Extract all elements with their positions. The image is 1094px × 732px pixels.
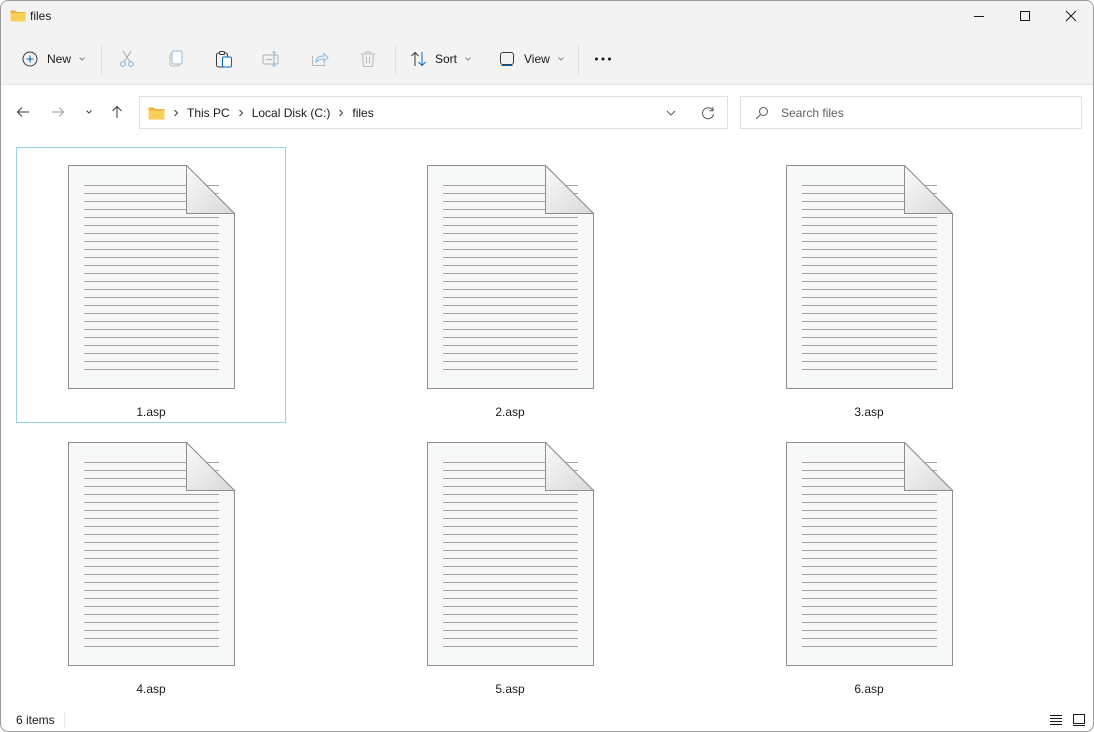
search-input[interactable]: Search files [740,96,1082,129]
document-icon [68,442,236,666]
large-icons-view-icon [1073,714,1085,726]
details-view-button[interactable] [1048,712,1064,728]
new-icon [22,51,38,67]
file-item[interactable]: 1.asp [16,147,286,423]
folder-icon [148,107,165,119]
sort-button[interactable]: Sort [410,45,472,73]
page-fold [545,442,595,491]
title-bar: files [1,1,1093,33]
back-button[interactable] [13,102,33,122]
view-icon [500,52,514,66]
top-chrome: files New Sort View [1,1,1093,85]
page-fold [904,165,954,214]
new-button[interactable]: New [22,45,86,73]
large-icons-view-button[interactable] [1071,712,1087,728]
file-name: 6.asp [854,682,884,696]
file-name: 2.asp [495,405,525,419]
chevron-right-icon [338,109,344,117]
chevron-down-icon [666,110,676,116]
address-bar[interactable]: This PC Local Disk (C:) files [139,96,728,129]
cut-button[interactable] [119,45,135,73]
file-grid: 1.asp 2.asp 3.asp 4.asp 5.asp 6.asp [1,137,1093,707]
document-icon [786,442,954,666]
toolbar-divider [395,45,396,75]
document-icon [427,442,595,666]
address-history-button[interactable] [662,104,680,122]
page-fold [904,442,954,491]
document-icon [786,165,954,389]
new-label: New [47,52,72,66]
file-explorer-window: files New Sort View This PC Local Disk (… [0,0,1094,732]
rename-icon [262,51,279,67]
minimize-button[interactable] [956,1,1002,31]
toolbar-divider [101,45,102,75]
share-icon [312,52,329,66]
delete-button[interactable] [360,45,376,73]
chevron-down-icon [557,57,564,61]
document-icon [427,165,595,389]
forward-arrow-icon [52,107,65,117]
refresh-icon [702,107,714,120]
close-button[interactable] [1048,1,1093,31]
window-title: files [30,9,52,23]
document-icon [68,165,236,389]
share-button[interactable] [311,45,329,73]
details-view-icon [1050,715,1062,725]
recent-locations-button[interactable] [79,102,99,122]
file-name: 1.asp [136,405,166,419]
breadcrumb-files[interactable]: files [352,106,373,120]
sort-icon [411,51,426,67]
copy-button[interactable] [168,45,184,73]
chevron-down-icon [79,57,85,61]
file-name: 5.asp [495,682,525,696]
page-fold [545,165,595,214]
chevron-down-icon [465,57,471,61]
copy-icon [169,50,183,67]
chevron-right-icon [238,109,244,117]
close-icon [1065,10,1077,22]
paste-icon [216,51,232,68]
file-item[interactable]: 5.asp [375,424,645,700]
sort-label: Sort [435,52,458,66]
more-options-button[interactable] [594,45,612,73]
view-button[interactable]: View [499,45,565,73]
file-name: 3.asp [854,405,884,419]
command-bar: New Sort View [1,37,1093,81]
chevron-right-icon [173,109,179,117]
minimize-icon [974,16,984,17]
file-name: 4.asp [136,682,166,696]
file-item[interactable]: 3.asp [734,147,1004,423]
delete-icon [361,51,375,67]
page-fold [186,442,236,491]
maximize-button[interactable] [1002,1,1048,31]
item-count: 6 items [16,713,55,727]
chevron-down-icon [86,110,92,114]
status-bar: 6 items [1,708,1093,731]
breadcrumb: This PC Local Disk (C:) files [148,97,374,128]
file-item[interactable]: 2.asp [375,147,645,423]
up-arrow-icon [112,105,122,118]
up-button[interactable] [107,102,127,122]
status-divider [64,712,65,728]
maximize-icon [1020,11,1030,21]
breadcrumb-local-disk[interactable]: Local Disk (C:) [252,106,331,120]
search-icon [755,107,768,120]
more-icon [595,57,611,61]
paste-button[interactable] [215,45,233,73]
file-item[interactable]: 6.asp [734,424,1004,700]
back-arrow-icon [16,107,29,117]
view-label: View [524,52,550,66]
page-fold [186,165,236,214]
folder-icon [10,10,26,22]
cut-icon [120,50,134,67]
search-placeholder: Search files [781,106,844,120]
toolbar-divider [578,45,579,75]
breadcrumb-this-pc[interactable]: This PC [187,106,230,120]
file-item[interactable]: 4.asp [16,424,286,700]
refresh-button[interactable] [699,104,717,122]
rename-button[interactable] [262,45,280,73]
forward-button[interactable] [48,102,68,122]
